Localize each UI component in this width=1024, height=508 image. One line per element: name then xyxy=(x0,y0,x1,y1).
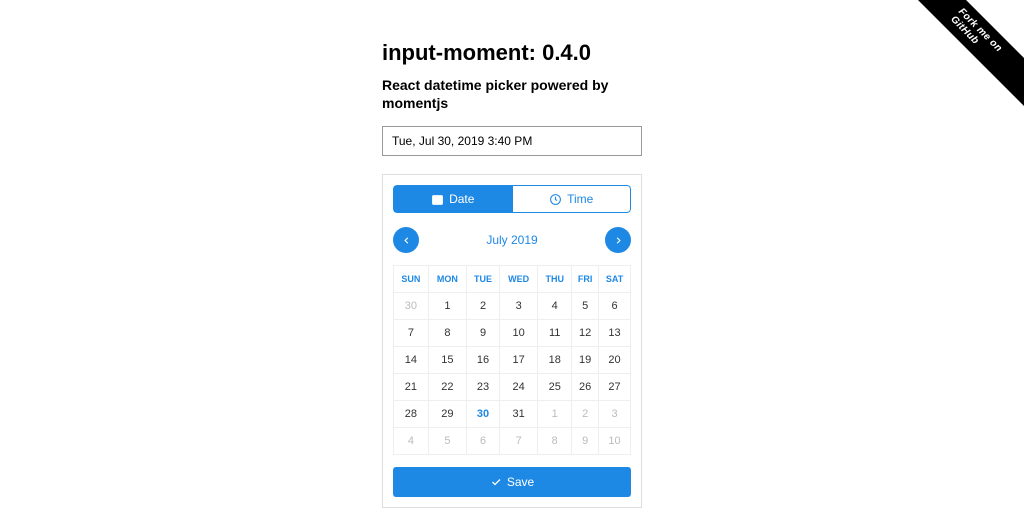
calendar-day[interactable]: 27 xyxy=(599,374,631,401)
calendar-day[interactable]: 5 xyxy=(572,293,599,320)
page-title: input-moment: 0.4.0 xyxy=(382,40,642,66)
chevron-right-icon xyxy=(613,235,624,246)
calendar-day[interactable]: 23 xyxy=(467,374,500,401)
calendar-day[interactable]: 3 xyxy=(500,293,538,320)
calendar-day[interactable]: 28 xyxy=(394,401,429,428)
calendar-day[interactable]: 26 xyxy=(572,374,599,401)
calendar-day[interactable]: 7 xyxy=(394,320,429,347)
calendar-day[interactable]: 29 xyxy=(428,401,466,428)
calendar-day[interactable]: 1 xyxy=(538,401,572,428)
calendar-day[interactable]: 8 xyxy=(428,320,466,347)
calendar-day[interactable]: 2 xyxy=(572,401,599,428)
prev-month-button[interactable] xyxy=(393,227,419,253)
month-label: July 2019 xyxy=(486,233,537,247)
save-button[interactable]: Save xyxy=(393,467,631,497)
calendar-day[interactable]: 2 xyxy=(467,293,500,320)
calendar-day[interactable]: 21 xyxy=(394,374,429,401)
weekday-header: SAT xyxy=(599,266,631,293)
calendar-day[interactable]: 1 xyxy=(428,293,466,320)
calendar-day[interactable]: 25 xyxy=(538,374,572,401)
calendar-day[interactable]: 18 xyxy=(538,347,572,374)
tab-time[interactable]: Time xyxy=(512,185,632,213)
calendar-day[interactable]: 13 xyxy=(599,320,631,347)
calendar-day[interactable]: 24 xyxy=(500,374,538,401)
calendar-day[interactable]: 10 xyxy=(599,428,631,455)
calendar-day[interactable]: 7 xyxy=(500,428,538,455)
calendar-day[interactable]: 4 xyxy=(394,428,429,455)
calendar-day[interactable]: 4 xyxy=(538,293,572,320)
check-icon xyxy=(490,476,502,488)
calendar-day[interactable]: 11 xyxy=(538,320,572,347)
datetime-picker: Date Time July 2019 SUNMONTUEWEDTHUFRISA… xyxy=(382,174,642,508)
chevron-left-icon xyxy=(401,235,412,246)
calendar-day[interactable]: 30 xyxy=(394,293,429,320)
weekday-header: SUN xyxy=(394,266,429,293)
calendar-day[interactable]: 12 xyxy=(572,320,599,347)
calendar-day[interactable]: 17 xyxy=(500,347,538,374)
clock-icon xyxy=(549,193,562,206)
calendar-day[interactable]: 19 xyxy=(572,347,599,374)
calendar-day[interactable]: 3 xyxy=(599,401,631,428)
calendar-day[interactable]: 6 xyxy=(599,293,631,320)
calendar-day[interactable]: 5 xyxy=(428,428,466,455)
calendar-day[interactable]: 9 xyxy=(467,320,500,347)
github-ribbon[interactable]: Fork me on GitHub xyxy=(909,0,1024,119)
calendar-day[interactable]: 22 xyxy=(428,374,466,401)
next-month-button[interactable] xyxy=(605,227,631,253)
weekday-header: WED xyxy=(500,266,538,293)
tab-date-label: Date xyxy=(449,192,474,206)
calendar-day[interactable]: 16 xyxy=(467,347,500,374)
calendar-day[interactable]: 30 xyxy=(467,401,500,428)
weekday-header: THU xyxy=(538,266,572,293)
calendar-day[interactable]: 8 xyxy=(538,428,572,455)
calendar-day[interactable]: 31 xyxy=(500,401,538,428)
weekday-header: TUE xyxy=(467,266,500,293)
calendar-day[interactable]: 15 xyxy=(428,347,466,374)
save-label: Save xyxy=(507,475,534,489)
calendar-day[interactable]: 14 xyxy=(394,347,429,374)
calendar-icon xyxy=(431,193,444,206)
datetime-input[interactable] xyxy=(382,126,642,156)
tab-date[interactable]: Date xyxy=(393,185,512,213)
calendar-day[interactable]: 20 xyxy=(599,347,631,374)
weekday-header: FRI xyxy=(572,266,599,293)
tab-time-label: Time xyxy=(567,192,593,206)
weekday-header: MON xyxy=(428,266,466,293)
calendar-day[interactable]: 9 xyxy=(572,428,599,455)
calendar-day[interactable]: 6 xyxy=(467,428,500,455)
page-subtitle: React datetime picker powered by momentj… xyxy=(382,76,642,112)
calendar-day[interactable]: 10 xyxy=(500,320,538,347)
